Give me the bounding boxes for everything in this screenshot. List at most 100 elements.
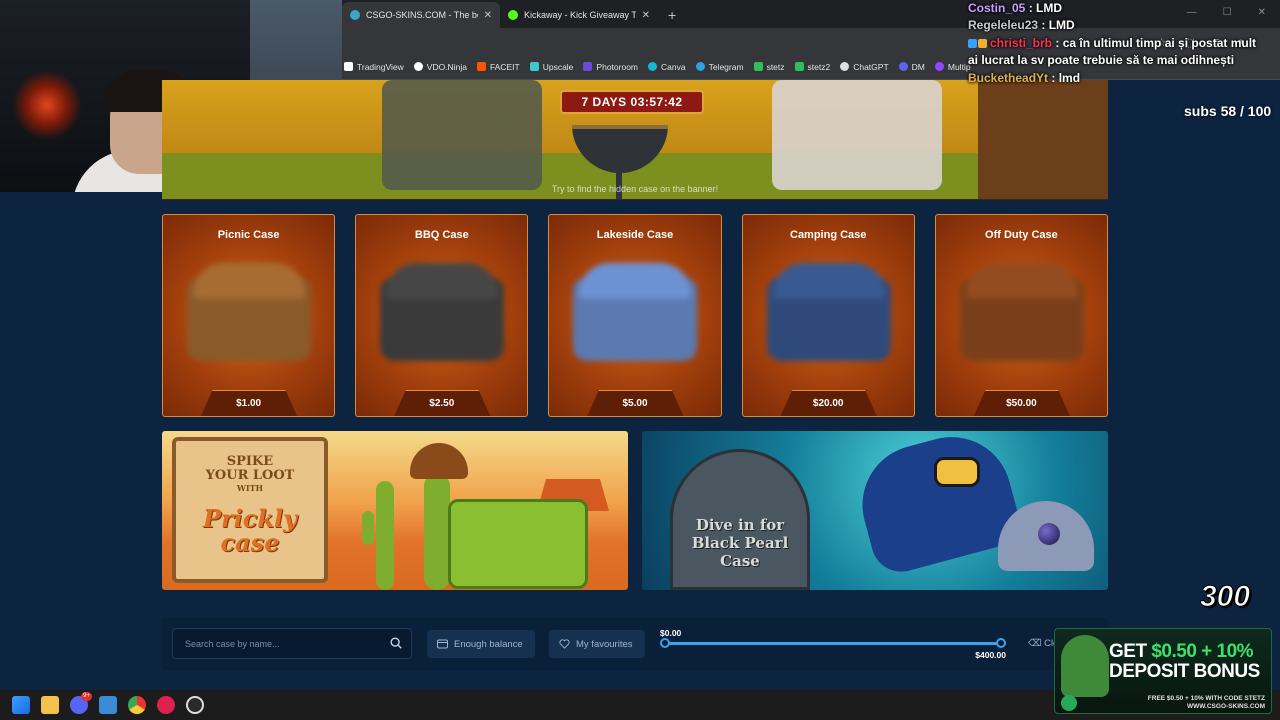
enough-balance-button[interactable]: Enough balance (427, 630, 535, 658)
bookmark-photoroom[interactable]: Photoroom (583, 62, 638, 72)
bookmark-upscale[interactable]: Upscale (529, 62, 573, 72)
badge-icon (968, 39, 977, 49)
stream-chat-overlay: Costin_05 : LMD Regeleleu23 : LMD christ… (968, 0, 1268, 87)
discord-icon (898, 62, 908, 71)
wallet-icon (437, 639, 448, 649)
chat-message: Regeleleu23 : LMD (968, 18, 1075, 33)
stream-counter-overlay: 300 (1199, 580, 1251, 614)
subs-goal-counter: subs 58 / 100 (1184, 103, 1272, 119)
chrome-icon[interactable] (128, 696, 146, 714)
camper-right-illustration (772, 80, 942, 190)
file-explorer-icon[interactable] (41, 696, 59, 714)
bookmark-vdo-ninja[interactable]: VDO.Ninja (413, 62, 467, 72)
obs-icon[interactable] (186, 696, 204, 714)
chest-icon (766, 277, 891, 361)
badge-icon (978, 39, 987, 49)
case-card-bbq[interactable]: BBQ Case $2.50 (355, 214, 529, 417)
chat-message: Costin_05 : LMD (968, 1, 1063, 15)
my-favourites-button[interactable]: My favourites (549, 630, 645, 658)
cactus-case-illustration (448, 499, 588, 589)
tradingview-icon (344, 62, 353, 71)
canva-icon (648, 62, 658, 71)
case-card-lakeside[interactable]: Lakeside Case $5.00 (548, 214, 722, 417)
bookmark-dm[interactable]: DM (898, 62, 925, 72)
bookmark-stetz2[interactable]: stetz2 (794, 62, 830, 72)
case-name: Camping Case (790, 229, 867, 241)
stream-deck-icon[interactable] (99, 696, 117, 714)
csgo-skins-favicon-icon (350, 10, 360, 20)
eraser-icon: ⌫ (1028, 638, 1042, 649)
bookmark-faceit[interactable]: FACEIT (476, 62, 520, 72)
chatgpt-icon (840, 62, 850, 71)
sheets-icon (794, 62, 804, 71)
close-tab-icon[interactable]: ✕ (642, 10, 650, 21)
case-name: Picnic Case (217, 229, 280, 241)
mascot-illustration (1061, 635, 1109, 697)
case-price: $20.00 (812, 398, 844, 409)
bookmark-canva[interactable]: Canva (648, 62, 686, 72)
search-input[interactable] (173, 629, 383, 658)
case-price: $5.00 (622, 398, 648, 409)
media-player-icon[interactable] (157, 696, 175, 714)
bookmark-stetz[interactable]: stetz (753, 62, 785, 72)
banner-hint-text: Try to find the hidden case on the banne… (551, 184, 719, 194)
tab-kickaway[interactable]: Kickaway - Kick Giveaway Tool ✕ (500, 2, 658, 28)
chat-badges (968, 35, 990, 52)
chat-username: BucketheadYt (968, 70, 1049, 85)
price-max-handle[interactable] (996, 638, 1006, 648)
price-min-handle[interactable] (660, 638, 670, 648)
bookmark-multip[interactable]: Multip (934, 62, 971, 72)
prickly-case-promo-banner[interactable]: SPIKE YOUR LOOT WITH Prickly case (162, 431, 628, 590)
cowboy-hat-illustration (410, 443, 468, 479)
deposit-bonus-overlay: GET $0.50 + 10% DEPOSIT BONUS FREE $0.50… (1054, 628, 1272, 714)
price-range-slider: $0.00 $400.00 (660, 628, 1006, 668)
price-min-label: $0.00 (660, 628, 682, 638)
vdo-ninja-icon (413, 62, 423, 71)
twitch-icon (934, 62, 944, 71)
chat-username: Costin_05 (968, 1, 1026, 15)
chest-icon (187, 277, 311, 361)
upscale-icon (529, 62, 539, 71)
case-name: BBQ Case (414, 229, 469, 241)
close-tab-icon[interactable]: ✕ (484, 10, 492, 21)
discord-icon[interactable]: 9+ (70, 692, 92, 714)
kickaway-favicon-icon (508, 10, 518, 20)
chest-icon (573, 277, 698, 361)
black-pearl-case-promo-banner[interactable]: Dive in for Black Pearl Case (642, 431, 1108, 590)
chat-message: christi_brb : ca în ultimul timp ai și p… (968, 35, 1257, 68)
case-grid: Picnic Case $1.00 BBQ Case $2.50 Lakesid… (162, 214, 1109, 417)
bookmark-tradingview[interactable]: TradingView (344, 62, 404, 72)
chat-username: Regeleleu23 (968, 18, 1039, 33)
table-illustration (978, 80, 1108, 199)
tab-csgo-skins[interactable]: CSGO-SKINS.COM - The best C ✕ (342, 2, 500, 28)
telegram-icon (695, 62, 705, 71)
case-card-picnic[interactable]: Picnic Case $1.00 (162, 214, 336, 417)
chest-icon (380, 277, 505, 361)
faceit-icon (476, 62, 486, 71)
event-banner[interactable]: 7 DAYS 03:57:42 Try to find the hidden c… (162, 80, 1108, 200)
windows-start-icon[interactable] (12, 696, 30, 714)
event-countdown-timer: 7 DAYS 03:57:42 (560, 90, 704, 114)
case-name: Lakeside Case (596, 229, 674, 241)
chest-icon (959, 277, 1084, 361)
camper-left-illustration (382, 80, 542, 190)
new-tab-button[interactable]: + (658, 7, 686, 28)
notification-badge: 9+ (81, 692, 92, 701)
cactus-illustration (376, 481, 394, 590)
price-max-label: $400.00 (975, 650, 1006, 660)
heart-icon (559, 639, 570, 649)
diving-helmet-illustration: Dive in for Black Pearl Case (670, 449, 810, 590)
csgo-skins-logo-icon (1061, 695, 1077, 711)
search-box (172, 628, 412, 659)
case-price: $2.50 (429, 398, 455, 409)
price-range-track[interactable] (664, 642, 1002, 645)
pearl-icon (1038, 523, 1060, 545)
case-name: Off Duty Case (985, 229, 1058, 241)
case-card-off-duty[interactable]: Off Duty Case $50.00 (934, 214, 1109, 417)
bookmark-chatgpt[interactable]: ChatGPT (840, 62, 889, 72)
chat-username: christi_brb (990, 35, 1053, 50)
bookmark-telegram[interactable]: Telegram (695, 62, 744, 72)
case-card-camping[interactable]: Camping Case $20.00 (741, 214, 915, 417)
search-icon[interactable] (389, 636, 403, 650)
case-filter-bar: Enough balance My favourites $0.00 $400.… (162, 618, 1108, 670)
